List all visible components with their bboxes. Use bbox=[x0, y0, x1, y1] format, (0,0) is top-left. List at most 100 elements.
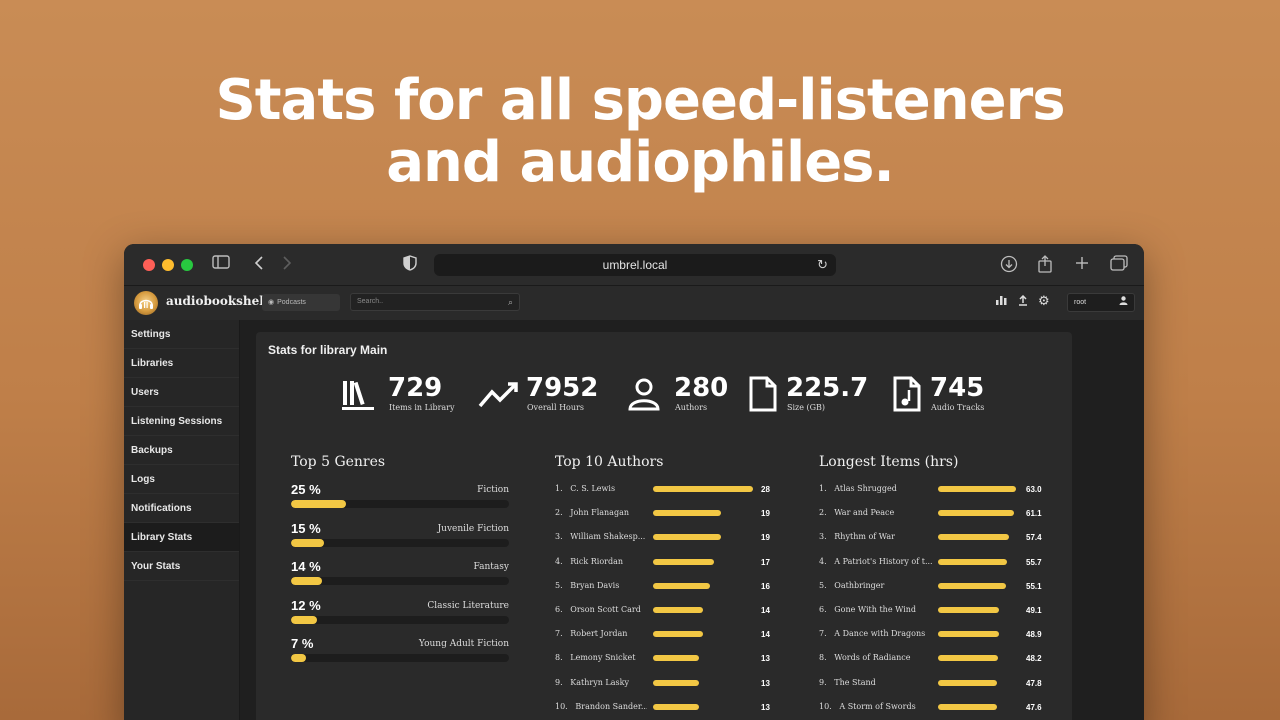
username: root bbox=[1074, 299, 1087, 306]
author-title: William Shakesp... bbox=[570, 532, 646, 542]
author-rank: 2. bbox=[555, 508, 563, 518]
longest-bar bbox=[938, 631, 999, 638]
sidebar-item-your-stats[interactable]: Your Stats bbox=[124, 552, 239, 581]
author-value: 17 bbox=[761, 557, 770, 567]
brand-name[interactable]: audiobookshelf bbox=[166, 294, 269, 308]
back-icon[interactable] bbox=[254, 255, 264, 277]
browser-window: umbrel.local ↻ audiobookshelf ◉ Podcasts … bbox=[124, 244, 1144, 720]
sidebar-icon[interactable] bbox=[212, 255, 230, 275]
longest-row: 6. Gone With the Wind 49.1 bbox=[819, 603, 1056, 617]
sidebar-item-libraries[interactable]: Libraries bbox=[124, 349, 239, 378]
longest-name: 3. Rhythm of War bbox=[819, 532, 932, 541]
longest-value: 61.1 bbox=[1026, 509, 1042, 519]
author-rank: 1. bbox=[555, 484, 563, 493]
longest-title: A Patriot's History of t... bbox=[834, 556, 932, 566]
sidebar-item-logs[interactable]: Logs bbox=[124, 465, 239, 494]
genre-name: Young Adult Fiction bbox=[418, 639, 509, 650]
author-rank: 5. bbox=[555, 580, 563, 590]
sidebar-item-settings[interactable]: Settings bbox=[124, 320, 239, 349]
author-name: 5. Bryan Davis bbox=[555, 581, 647, 590]
longest-name: 5. Oathbringer bbox=[819, 581, 932, 590]
longest-row: 3. Rhythm of War 57.4 bbox=[819, 530, 1056, 544]
zoom-window-button[interactable] bbox=[181, 259, 193, 271]
hero-line-2: and audiophiles. bbox=[386, 130, 895, 195]
page-title: Stats for library Main bbox=[268, 343, 388, 357]
library-select[interactable]: ◉ Podcasts bbox=[262, 294, 340, 311]
settings-gear-icon[interactable]: ⚙ bbox=[1038, 293, 1050, 309]
author-name: 8. Lemony Snicket bbox=[555, 653, 647, 662]
genre-bar-fill bbox=[291, 538, 324, 547]
author-value: 28 bbox=[761, 485, 770, 494]
longest-value: 48.2 bbox=[1026, 654, 1042, 664]
books-icon bbox=[340, 376, 376, 412]
author-value: 19 bbox=[761, 533, 770, 543]
author-value: 19 bbox=[761, 509, 770, 519]
stat-label: Size (GB) bbox=[787, 403, 826, 412]
longest-row: 8. Words of Radiance 48.2 bbox=[819, 651, 1056, 665]
share-icon[interactable] bbox=[1037, 255, 1053, 279]
author-bar bbox=[653, 486, 753, 492]
genre-row: 25 % Fiction bbox=[291, 482, 509, 518]
genre-name: Juvenile Fiction bbox=[437, 523, 509, 534]
longest-title: Atlas Shrugged bbox=[834, 484, 897, 493]
author-bar bbox=[653, 631, 703, 638]
genre-row: 12 % Classic Literature bbox=[291, 598, 509, 634]
url-bar[interactable]: umbrel.local ↻ bbox=[434, 254, 836, 276]
genre-percent: 12 % bbox=[291, 597, 321, 613]
search-icon[interactable]: ⌕ bbox=[508, 294, 513, 310]
genre-bar-fill bbox=[291, 615, 318, 624]
longest-name: 2. War and Peace bbox=[819, 508, 932, 517]
longest-row: 5. Oathbringer 55.1 bbox=[819, 579, 1056, 593]
search-input[interactable]: Search.. ⌕ bbox=[350, 293, 520, 311]
author-bar bbox=[653, 703, 700, 710]
genre-bar-track bbox=[291, 500, 509, 508]
stats-icon[interactable] bbox=[996, 295, 1007, 308]
longest-rank: 9. bbox=[819, 677, 827, 687]
stat-label: Overall Hours bbox=[527, 403, 584, 412]
longest-bar bbox=[938, 655, 998, 662]
sidebar-item-users[interactable]: Users bbox=[124, 378, 239, 407]
stat-value: 729 bbox=[388, 373, 443, 403]
minimize-window-button[interactable] bbox=[162, 259, 174, 271]
longest-rank: 7. bbox=[819, 629, 827, 639]
genre-bar-track bbox=[291, 577, 509, 586]
genre-bar-track bbox=[291, 654, 509, 663]
longest-name: 4. A Patriot's History of t... bbox=[819, 557, 932, 566]
author-row: 2. John Flanagan 19 bbox=[555, 506, 791, 520]
author-rank: 4. bbox=[555, 556, 563, 566]
sidebar-item-notifications[interactable]: Notifications bbox=[124, 494, 239, 523]
longest-bar bbox=[938, 486, 1016, 492]
forward-icon[interactable] bbox=[282, 255, 292, 277]
author-name: 7. Robert Jordan bbox=[555, 629, 647, 638]
author-row: 3. William Shakesp... 19 bbox=[555, 530, 791, 544]
author-name: 9. Kathryn Lasky bbox=[555, 678, 647, 687]
new-tab-icon[interactable] bbox=[1074, 255, 1090, 277]
sidebar-item-backups[interactable]: Backups bbox=[124, 436, 239, 465]
longest-bar bbox=[938, 679, 998, 686]
download-icon[interactable] bbox=[1000, 255, 1018, 279]
longest-rank: 1. bbox=[819, 484, 827, 493]
author-name: 6. Orson Scott Card bbox=[555, 605, 647, 614]
close-window-button[interactable] bbox=[143, 259, 155, 271]
author-bar bbox=[653, 607, 703, 613]
reload-icon[interactable]: ↻ bbox=[817, 254, 828, 276]
stat-value: 745 bbox=[930, 373, 985, 403]
author-name: 1. C. S. Lewis bbox=[555, 484, 647, 493]
longest-title: A Dance with Dragons bbox=[834, 629, 926, 639]
longest-bar bbox=[938, 510, 1014, 517]
user-menu[interactable]: root bbox=[1067, 293, 1135, 312]
longest-rank: 2. bbox=[819, 508, 827, 518]
audiobookshelf-logo-icon[interactable] bbox=[134, 291, 158, 315]
sidebar-item-listening-sessions[interactable]: Listening Sessions bbox=[124, 407, 239, 436]
shield-icon[interactable] bbox=[403, 255, 417, 277]
author-row: 7. Robert Jordan 14 bbox=[555, 627, 791, 641]
tabs-icon[interactable] bbox=[1110, 255, 1128, 277]
author-row: 6. Orson Scott Card 14 bbox=[555, 603, 791, 617]
longest-name: 10. A Storm of Swords bbox=[819, 702, 932, 711]
upload-icon[interactable] bbox=[1018, 294, 1028, 309]
longest-title: Words of Radiance bbox=[834, 653, 911, 663]
author-rank: 3. bbox=[555, 532, 563, 542]
longest-name: 9. The Stand bbox=[819, 678, 932, 687]
genre-percent: 25 % bbox=[291, 482, 321, 497]
sidebar-item-library-stats[interactable]: Library Stats bbox=[124, 523, 239, 552]
